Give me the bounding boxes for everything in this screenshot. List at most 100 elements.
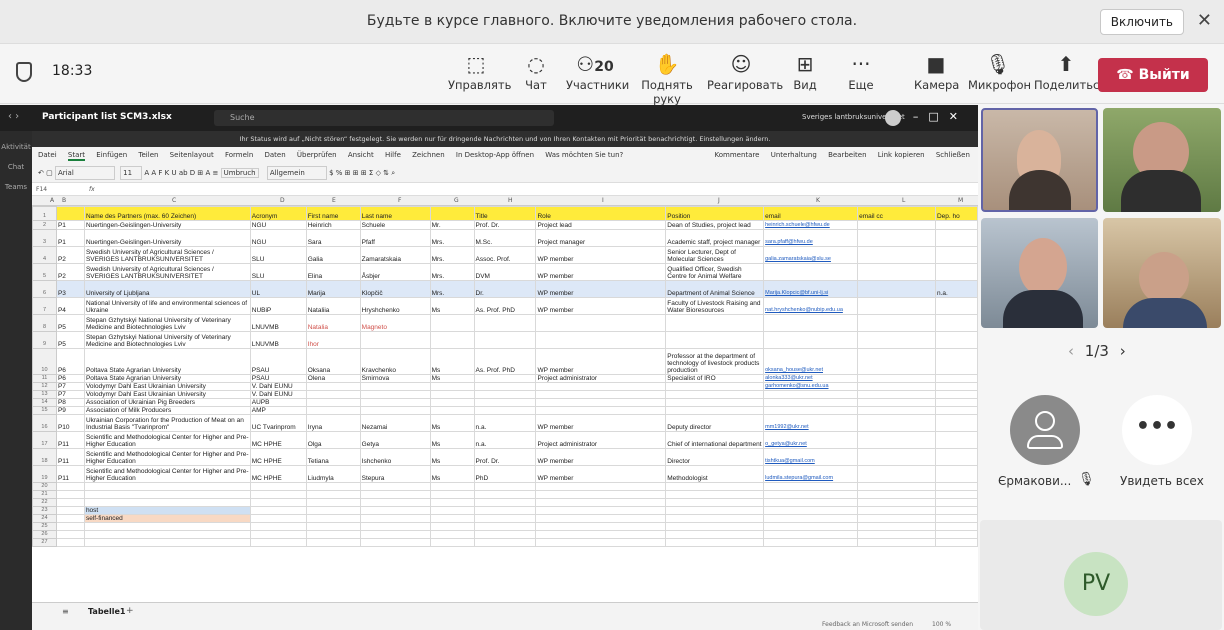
cell-email[interactable] bbox=[763, 263, 859, 281]
cell-empty[interactable] bbox=[359, 538, 431, 547]
cell-last[interactable]: Magneto bbox=[359, 314, 431, 332]
more-button[interactable]: ··· Еще bbox=[846, 50, 876, 92]
cell-name[interactable]: Volodymyr Dahl East Ukrainian University bbox=[83, 390, 251, 399]
cell-empty[interactable] bbox=[857, 514, 936, 523]
cell-first[interactable]: Tetiana bbox=[305, 448, 361, 466]
cell-name[interactable]: Poltava State Agrarian University bbox=[83, 374, 251, 383]
menu-item[interactable]: Start bbox=[67, 151, 86, 161]
cell-empty[interactable] bbox=[55, 538, 85, 547]
cell-empty[interactable] bbox=[857, 530, 936, 539]
cell-last[interactable] bbox=[359, 398, 431, 407]
cell-cc[interactable] bbox=[857, 280, 936, 298]
cell-p[interactable]: P7 bbox=[55, 390, 85, 399]
camera-button[interactable]: ■ Камера bbox=[914, 50, 959, 92]
format-buttons-icon[interactable]: A A F K U ab D ⊞ A ≡ bbox=[144, 169, 220, 177]
cell-last[interactable]: Getya bbox=[359, 431, 431, 449]
cell-empty[interactable] bbox=[83, 538, 251, 547]
cell-title[interactable]: Prof. Dr. bbox=[473, 220, 537, 230]
cell-acr[interactable]: LNUVMB bbox=[249, 314, 307, 332]
cell-empty[interactable] bbox=[665, 506, 765, 515]
cell-name[interactable]: Nuertingen-Geislingen-University bbox=[83, 220, 251, 230]
cell-first[interactable]: Sara bbox=[305, 229, 361, 247]
cell-p[interactable]: P11 bbox=[55, 448, 85, 466]
cell-acr[interactable]: V. Dahl EUNU bbox=[249, 382, 307, 391]
row-number[interactable]: 16 bbox=[32, 414, 57, 432]
chevron-right-icon[interactable]: › bbox=[1120, 342, 1126, 360]
cell-pos[interactable]: Senior Lecturer, Dept of Molecular Scien… bbox=[665, 246, 765, 264]
cell-email[interactable]: alonka333@ukr.net bbox=[763, 374, 859, 383]
column-header[interactable]: I bbox=[602, 197, 604, 204]
column-header[interactable]: F bbox=[398, 197, 401, 204]
cell-pos[interactable]: Professor at the department of technolog… bbox=[665, 348, 765, 375]
cell-sal[interactable]: Mrs. bbox=[429, 229, 475, 247]
cell-acr[interactable]: NGU bbox=[249, 229, 307, 247]
cell-sal[interactable]: Mrs. bbox=[429, 246, 475, 264]
cell-role[interactable]: WP member bbox=[535, 263, 667, 281]
cell-sal[interactable]: Ms bbox=[429, 465, 475, 483]
see-all-button[interactable]: ••• bbox=[1122, 395, 1192, 465]
cell-empty[interactable] bbox=[473, 490, 537, 499]
cell-empty[interactable] bbox=[857, 538, 936, 547]
cell-empty[interactable] bbox=[857, 490, 936, 499]
cell-sal[interactable]: Ms bbox=[429, 414, 475, 432]
column-header[interactable]: G bbox=[454, 197, 459, 204]
cell-role[interactable] bbox=[535, 390, 667, 399]
cell-pos[interactable] bbox=[665, 390, 765, 399]
cell-empty[interactable] bbox=[305, 490, 361, 499]
row-number[interactable]: 24 bbox=[32, 514, 57, 523]
row-number[interactable]: 15 bbox=[32, 406, 57, 415]
cell-empty[interactable] bbox=[473, 538, 537, 547]
cell-title[interactable]: Dr. bbox=[473, 280, 537, 298]
cell-name[interactable]: Association of Ukrainian Pig Breeders bbox=[83, 398, 251, 407]
cell-pos[interactable]: Faculty of Livestock Raising and Water B… bbox=[665, 297, 765, 315]
cell-pos[interactable]: Academic staff, project manager bbox=[665, 229, 765, 247]
cell-dep[interactable] bbox=[934, 398, 978, 407]
menu-item[interactable]: Bearbeiten bbox=[828, 151, 866, 159]
cell-first[interactable]: Natalia bbox=[305, 314, 361, 332]
cell-empty[interactable] bbox=[473, 514, 537, 523]
row-number[interactable]: 20 bbox=[32, 482, 57, 491]
video-tile-4[interactable] bbox=[1103, 218, 1221, 328]
cell-acr[interactable]: PSAU bbox=[249, 348, 307, 375]
cell-role[interactable] bbox=[535, 382, 667, 391]
manage-button[interactable]: ⬚ Управлять bbox=[448, 50, 511, 92]
cell-empty[interactable] bbox=[535, 506, 667, 515]
cell-empty[interactable] bbox=[763, 498, 859, 507]
cell-cc[interactable] bbox=[857, 314, 936, 332]
row-number[interactable]: 7 bbox=[32, 297, 57, 315]
number-format-select[interactable]: Allgemein bbox=[266, 166, 327, 180]
cell-empty[interactable] bbox=[429, 538, 475, 547]
cell-empty[interactable] bbox=[857, 522, 936, 531]
cell-email[interactable] bbox=[763, 314, 859, 332]
cell-last[interactable] bbox=[359, 406, 431, 415]
cell-dep[interactable] bbox=[934, 448, 978, 466]
cell-acr[interactable]: UC Tvarinprom bbox=[249, 414, 307, 432]
cell-last[interactable] bbox=[359, 390, 431, 399]
cell-pos[interactable] bbox=[665, 331, 765, 349]
formula-bar[interactable]: F14 fx bbox=[32, 184, 978, 196]
cell-last[interactable]: Kravchenko bbox=[359, 348, 431, 375]
cell-sal[interactable]: Ms bbox=[429, 374, 475, 383]
cell-empty[interactable] bbox=[473, 498, 537, 507]
cell-empty[interactable] bbox=[934, 530, 978, 539]
cell-email[interactable]: galia.zamaratskaia@slu.se bbox=[763, 246, 859, 264]
cell-acr[interactable]: NGU bbox=[249, 220, 307, 230]
cell-dep[interactable] bbox=[934, 314, 978, 332]
cell-empty[interactable] bbox=[763, 514, 859, 523]
cell-first[interactable] bbox=[305, 390, 361, 399]
column-header[interactable]: D bbox=[280, 197, 285, 204]
zoom-level[interactable]: 100 % bbox=[932, 621, 951, 628]
cell-email[interactable] bbox=[763, 398, 859, 407]
cell-empty[interactable] bbox=[535, 538, 667, 547]
cell-dep[interactable] bbox=[934, 220, 978, 230]
cell-title[interactable] bbox=[473, 314, 537, 332]
cell-p[interactable]: P1 bbox=[55, 229, 85, 247]
cell-title[interactable]: PhD bbox=[473, 465, 537, 483]
cell-email[interactable] bbox=[763, 331, 859, 349]
cell-empty[interactable] bbox=[55, 522, 85, 531]
cell-role[interactable]: Project administrator bbox=[535, 431, 667, 449]
leave-button[interactable]: ☎ Выйти bbox=[1098, 58, 1208, 92]
cell-empty[interactable] bbox=[763, 530, 859, 539]
cell-cc[interactable] bbox=[857, 414, 936, 432]
cell-name[interactable]: Ukrainian Corporation for the Production… bbox=[83, 414, 251, 432]
